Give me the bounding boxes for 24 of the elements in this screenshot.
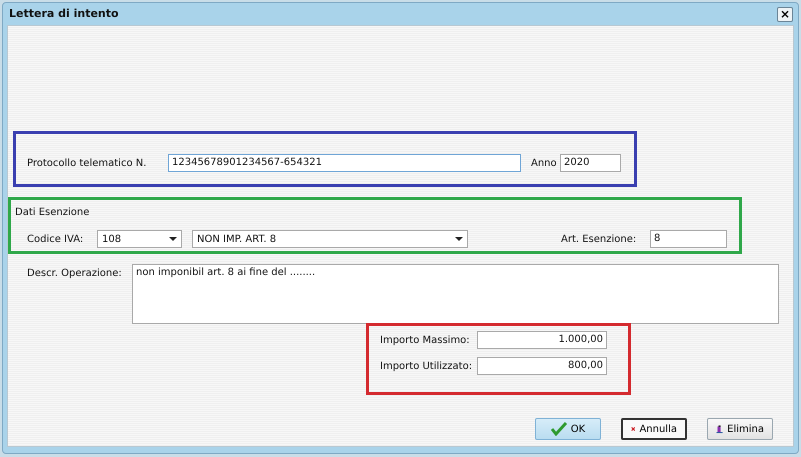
section-title: Dati Esenzione [15, 206, 90, 220]
field-label: Art. Esenzione: [561, 232, 638, 246]
delete-button[interactable]: Elimina [707, 418, 773, 440]
amount-input[interactable]: 1.000,00 [477, 331, 607, 349]
field-label: Codice IVA: [27, 232, 84, 246]
field-label: Descr. Operazione: [27, 267, 122, 281]
ok-button[interactable]: OK [535, 418, 601, 440]
description-dropdown[interactable]: NON IMP. ART. 8 [192, 230, 468, 248]
dropdown-arrow-icon [455, 237, 463, 241]
code-dropdown[interactable]: 108 [97, 230, 182, 248]
field-label: Protocollo telematico N. [27, 156, 148, 170]
dropdown-arrow-icon [169, 237, 177, 241]
field-label: Importo Utilizzato: [380, 360, 474, 374]
field-label: Importo Massimo: [380, 334, 471, 348]
year-input[interactable]: 2020 [560, 154, 621, 172]
amount-input[interactable]: 800,00 [477, 357, 607, 375]
article-input[interactable]: 8 [650, 230, 727, 248]
operation-textarea[interactable]: non imponibil art. 8 ai fine del ........ [132, 264, 779, 324]
window-title: Lettera di intento [9, 6, 119, 22]
protocol-input[interactable]: 12345678901234567-654321 [168, 154, 521, 172]
field-label: Anno [531, 156, 558, 170]
check-icon [550, 422, 567, 436]
cancel-button[interactable]: Annulla [621, 418, 687, 440]
close-button[interactable]: × [777, 6, 793, 22]
